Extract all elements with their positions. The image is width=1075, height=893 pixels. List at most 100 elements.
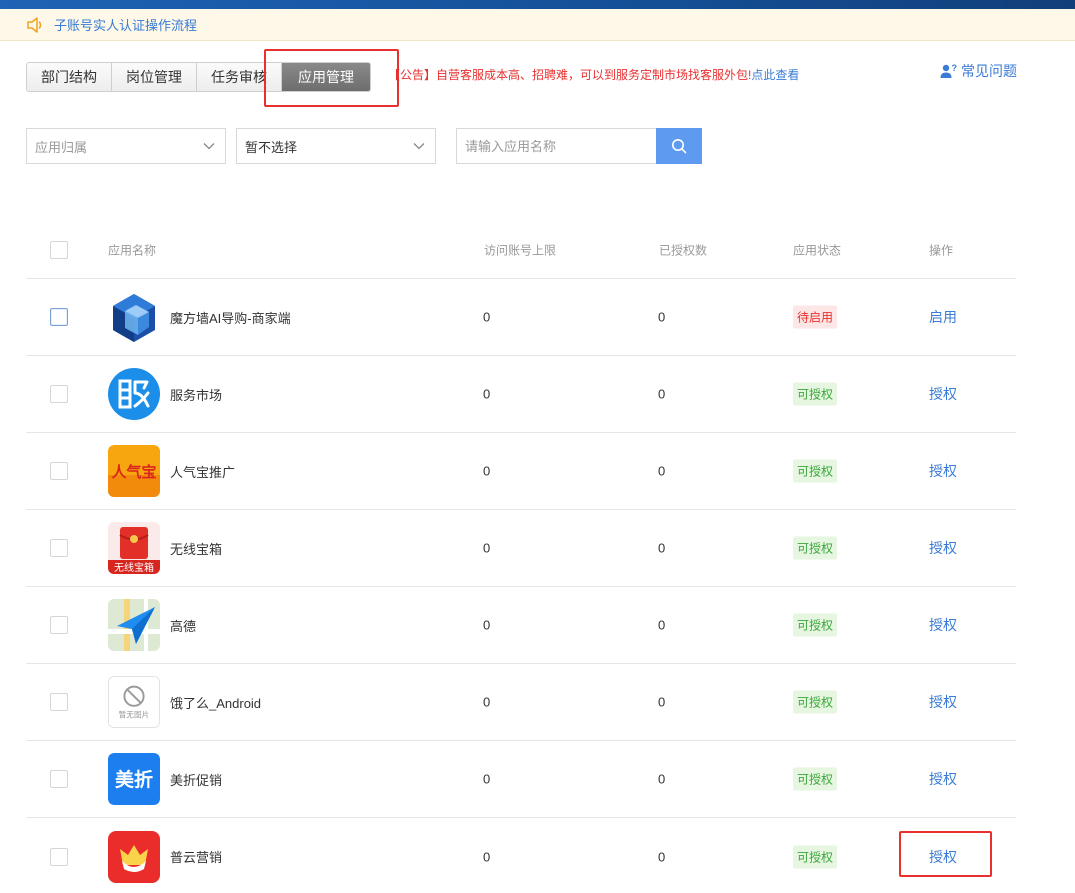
table-row: 美折 美折促销 0 0 可授权 授权: [26, 741, 1016, 818]
select-all-checkbox[interactable]: [50, 241, 68, 259]
app-cell: 服务市场: [108, 368, 222, 420]
chevron-down-icon: [413, 143, 425, 150]
access-limit-value: 0: [483, 386, 491, 402]
cube-icon: [108, 291, 160, 343]
status-badge-cell: 可授权: [793, 536, 838, 560]
meizhe-icon: 美折: [108, 753, 160, 805]
no-image-icon: 暂无图片: [108, 676, 160, 728]
app-name: 无线宝箱: [170, 541, 223, 557]
row-checkbox[interactable]: [50, 847, 68, 866]
authorize-link[interactable]: 授权: [929, 692, 957, 712]
row-checkbox[interactable]: [50, 308, 68, 326]
status-badge: 可授权: [793, 690, 838, 714]
row-checkbox[interactable]: [50, 770, 68, 788]
tab-position-management[interactable]: 岗位管理: [112, 63, 197, 91]
row-check-cell: [50, 308, 68, 326]
app-cell: 人气宝 人气宝推广: [108, 445, 235, 497]
status-badge-cell: 待启用: [793, 305, 838, 329]
svg-text:?: ?: [952, 63, 958, 73]
authorized-count-value: 0: [658, 463, 666, 479]
row-check-cell: [50, 385, 68, 403]
row-check-cell: [50, 847, 68, 866]
authorize-link[interactable]: 授权: [929, 384, 957, 404]
faq-label: 常见问题: [961, 63, 1017, 79]
header-operation: 操作: [929, 243, 954, 258]
app-name: 人气宝推广: [170, 464, 236, 480]
app-table: 应用名称 访问账号上限 已授权数 应用状态 操作 魔方墙AI导购-商家端 0 0…: [26, 222, 1016, 893]
status-badge: 可授权: [793, 536, 838, 560]
app-name: 高德: [170, 618, 197, 634]
puyun-icon: [108, 830, 160, 883]
notice-link[interactable]: 子账号实人认证操作流程: [54, 15, 197, 34]
authorized-count-value: 0: [658, 540, 666, 556]
app-name-search-input[interactable]: [456, 128, 657, 164]
search-button[interactable]: [656, 128, 702, 164]
tab-task-review[interactable]: 任务审核: [197, 63, 282, 91]
tab-department-structure[interactable]: 部门结构: [27, 63, 112, 91]
speaker-icon: [27, 16, 42, 33]
header-app-status: 应用状态: [793, 243, 842, 258]
authorize-link[interactable]: 授权: [929, 847, 957, 867]
app-owner-placeholder: 应用归属: [35, 139, 88, 155]
app-owner-select[interactable]: 应用归属: [26, 128, 226, 164]
table-row: 暂无图片 饿了么_Android 0 0 可授权 授权: [26, 664, 1016, 741]
table-row: 魔方墙AI导购-商家端 0 0 待启用 启用: [26, 279, 1016, 356]
table-row: 普云营销 0 0 可授权 授权: [26, 818, 1016, 893]
status-badge-cell: 可授权: [793, 690, 838, 714]
row-checkbox[interactable]: [50, 616, 68, 634]
access-limit-value: 0: [483, 617, 491, 633]
notice-bar: 子账号实人认证操作流程: [0, 9, 1075, 41]
authorize-link[interactable]: 授权: [929, 538, 957, 558]
status-badge: 可授权: [793, 382, 838, 406]
authorized-count-value: 0: [658, 849, 666, 864]
app-cell: 高德: [108, 599, 196, 651]
app-name: 服务市场: [170, 387, 223, 403]
access-limit-value: 0: [483, 463, 491, 479]
header-authorized-count: 已授权数: [659, 243, 708, 258]
table-header: 应用名称 访问账号上限 已授权数 应用状态 操作: [26, 222, 1016, 279]
row-check-cell: [50, 539, 68, 557]
enable-link[interactable]: 启用: [929, 307, 957, 327]
secondary-select[interactable]: 暂不选择: [236, 128, 436, 164]
row-checkbox[interactable]: [50, 462, 68, 480]
app-cell: 美折 美折促销: [108, 753, 222, 805]
row-check-cell: [50, 616, 68, 634]
access-limit-value: 0: [483, 309, 491, 325]
status-badge-cell: 可授权: [793, 459, 838, 483]
app-cell: 普云营销: [108, 830, 223, 883]
table-row: 服务市场 0 0 可授权 授权: [26, 356, 1016, 433]
authorize-link[interactable]: 授权: [929, 769, 957, 789]
status-badge-cell: 可授权: [793, 613, 838, 637]
secondary-select-value: 暂不选择: [245, 139, 298, 155]
app-name: 饿了么_Android: [170, 695, 262, 711]
row-check-cell: [50, 462, 68, 480]
authorized-count-value: 0: [658, 771, 666, 787]
authorize-link[interactable]: 授权: [929, 615, 957, 635]
app-cell: 无线宝箱 无线宝箱: [108, 522, 222, 574]
meizhe-logo-text: 美折: [115, 768, 153, 791]
management-tabs: 部门结构 岗位管理 任务审核 应用管理: [26, 62, 371, 92]
announcement-link[interactable]: 点此查看: [751, 68, 799, 82]
header-access-limit: 访问账号上限: [484, 243, 557, 258]
row-checkbox[interactable]: [50, 693, 68, 711]
renqibao-logo-text: 人气宝: [111, 463, 156, 481]
amap-icon: [108, 599, 160, 651]
app-name: 普云营销: [170, 850, 223, 865]
top-banner-strip: [0, 0, 1075, 9]
announcement: 【公告】自营客服成本高、招聘难，可以到服务定制市场找客服外包!点此查看: [388, 66, 799, 83]
renqibao-icon: 人气宝: [108, 445, 160, 497]
status-badge: 可授权: [793, 459, 838, 483]
tab-app-management[interactable]: 应用管理: [282, 63, 370, 91]
wireless-box-logo-text: 无线宝箱: [114, 561, 154, 574]
row-checkbox[interactable]: [50, 385, 68, 403]
no-image-logo-text: 暂无图片: [119, 709, 150, 719]
service-market-icon: [108, 368, 160, 420]
access-limit-value: 0: [483, 849, 491, 864]
authorized-count-value: 0: [658, 309, 666, 325]
authorize-link[interactable]: 授权: [929, 461, 957, 481]
status-badge-cell: 可授权: [793, 845, 838, 868]
row-checkbox[interactable]: [50, 539, 68, 557]
faq-link[interactable]: ? 常见问题: [940, 61, 1017, 81]
search-icon: [672, 139, 687, 154]
table-row: 人气宝 人气宝推广 0 0 可授权 授权: [26, 433, 1016, 510]
